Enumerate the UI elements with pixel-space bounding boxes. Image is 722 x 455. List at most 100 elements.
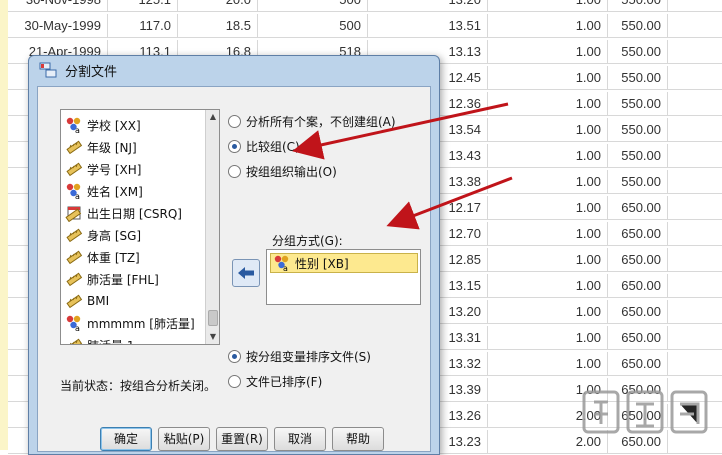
radio-organize-output[interactable]: 按组组织输出(O) [228,163,337,180]
sheet-cell[interactable]: 18.5 [178,14,258,38]
sheet-cell[interactable]: 650.00 [608,196,668,220]
paste-button[interactable]: 粘贴(P) [158,427,210,451]
scale-icon [66,250,83,265]
sheet-cell[interactable]: 1.00 [488,170,608,194]
sheet-cell[interactable]: 650.00 [608,352,668,376]
variable-list-item[interactable]: 学号 [XH] [65,158,141,180]
variable-list-item[interactable]: 体重 [TZ] [65,246,140,268]
variable-label: BMI [87,294,110,308]
sheet-cell[interactable]: 1.00 [488,196,608,220]
sheet-cell[interactable]: 13.51 [368,14,488,38]
row-header-strip [0,0,8,450]
move-to-group-button[interactable] [232,259,260,287]
svg-text:a: a [283,264,288,272]
sheet-cell[interactable]: 1.00 [488,14,608,38]
ok-button[interactable]: 确定 [100,427,152,451]
sheet-cell[interactable]: 1.00 [488,300,608,324]
sheet-cell[interactable]: 500 [258,0,368,12]
sheet-cell[interactable]: 1.00 [488,144,608,168]
variable-list-item[interactable]: 肺活量 1 [65,334,134,344]
group-by-list[interactable]: a 性别 [XB] [266,249,421,305]
watermark-logo [580,384,715,444]
svg-text:a: a [75,126,80,134]
radio-file-sorted-label: 文件已排序(F) [246,375,323,389]
variable-label: 学校 [XX] [87,118,141,133]
sheet-cell[interactable]: 1.00 [488,0,608,12]
sheet-cell[interactable]: 1.00 [488,326,608,350]
scale-icon [66,140,83,155]
sheet-cell[interactable]: 650.00 [608,300,668,324]
date-icon [65,206,82,222]
sheet-cell[interactable]: 550.00 [608,14,668,38]
arrow-left-icon [238,267,254,279]
sheet-cell[interactable]: 1.00 [488,274,608,298]
sheet-cell[interactable]: 13.20 [368,0,488,12]
sheet-cell[interactable]: 550.00 [608,66,668,90]
sheet-cell[interactable]: 650.00 [608,326,668,350]
variable-list-item[interactable]: a mmmmm [肺活量] [65,312,195,334]
variable-list-item[interactable]: 出生日期 [CSRQ] [65,202,182,224]
sheet-cell[interactable]: 1.00 [488,352,608,376]
sheet-cell[interactable]: 117.0 [108,14,178,38]
scroll-up-arrow-icon[interactable]: ▲ [207,111,219,123]
group-by-item[interactable]: a 性别 [XB] [270,253,418,273]
radio-organize-output-indicator [228,165,241,178]
radio-file-sorted[interactable]: 文件已排序(F) [228,373,322,390]
sheet-cell[interactable]: 125.1 [108,0,178,12]
variable-list-scrollbar[interactable]: ▲ ▼ [205,110,219,344]
split-file-icon [39,62,57,78]
sheet-cell[interactable]: 550.00 [608,40,668,64]
sheet-cell[interactable]: 550.00 [608,170,668,194]
sheet-cell[interactable]: 550.00 [608,0,668,12]
variable-list-item[interactable]: a 姓名 [XM] [65,180,143,202]
variable-label: 体重 [TZ] [87,250,140,265]
group-by-label: 分组方式(G): [272,234,343,248]
radio-compare-groups[interactable]: 比较组(C) [228,138,300,155]
svg-text:a: a [75,324,80,332]
sheet-cell[interactable]: 1.00 [488,222,608,246]
sheet-cell[interactable]: 30-Nov-1998 [8,0,108,12]
sheet-row[interactable]: 30-Nov-1998125.120.050013.201.00550.00 [8,0,722,12]
sheet-cell[interactable]: 1.00 [488,66,608,90]
sheet-cell[interactable]: 1.00 [488,118,608,142]
scroll-thumb[interactable] [208,310,218,326]
variable-list-item[interactable]: 身高 [SG] [65,224,141,246]
sheet-cell[interactable]: 550.00 [608,144,668,168]
sheet-cell[interactable]: 1.00 [488,248,608,272]
sheet-cell[interactable]: 30-May-1999 [8,14,108,38]
sheet-cell[interactable]: 650.00 [608,274,668,298]
sheet-cell[interactable]: 20.0 [178,0,258,12]
variable-list-item[interactable]: a 学校 [XX] [65,114,141,136]
variable-list-item[interactable]: 年级 [NJ] [65,136,137,158]
sheet-row[interactable]: 30-May-1999 117.0 18.5 500 13.51 1.00 550.00 [8,14,722,38]
radio-all-cases-indicator [228,115,241,128]
reset-button[interactable]: 重置(R) [216,427,268,451]
radio-compare-groups-indicator [228,140,241,153]
current-status-text: 当前状态：按组合分析关闭。 [60,379,217,393]
scale-icon [66,338,83,344]
radio-sort-file-indicator [228,350,241,363]
radio-sort-file-label: 按分组变量排序文件(S) [246,350,371,364]
scale-icon [66,162,83,177]
sheet-cell[interactable]: 550.00 [608,118,668,142]
nominal-icon: a [66,183,81,200]
variable-list-item[interactable]: 肺活量 [FHL] [65,268,159,290]
nominal-icon: a [274,255,289,272]
help-button[interactable]: 帮助 [332,427,384,451]
sheet-cell[interactable]: 550.00 [608,92,668,116]
variable-list[interactable]: a 学校 [XX] 年级 [NJ] 学号 [XH] a 姓名 [XM] 出生日期 [CSRQ… [60,109,220,345]
sheet-cell[interactable]: 650.00 [608,248,668,272]
variable-list-item[interactable]: BMI [65,290,109,312]
radio-sort-file[interactable]: 按分组变量排序文件(S) [228,348,371,365]
sheet-cell[interactable]: 500 [258,14,368,38]
radio-file-sorted-indicator [228,375,241,388]
dialog-titlebar[interactable]: 分割文件 [29,56,439,84]
sheet-cell[interactable]: 1.00 [488,92,608,116]
sheet-cell[interactable]: 1.00 [488,40,608,64]
cancel-button[interactable]: 取消 [274,427,326,451]
scroll-down-arrow-icon[interactable]: ▼ [207,331,219,343]
sheet-cell[interactable]: 650.00 [608,222,668,246]
scale-icon [66,294,83,309]
dialog-title: 分割文件 [65,65,118,80]
radio-all-cases[interactable]: 分析所有个案，不创建组(A) [228,113,396,130]
